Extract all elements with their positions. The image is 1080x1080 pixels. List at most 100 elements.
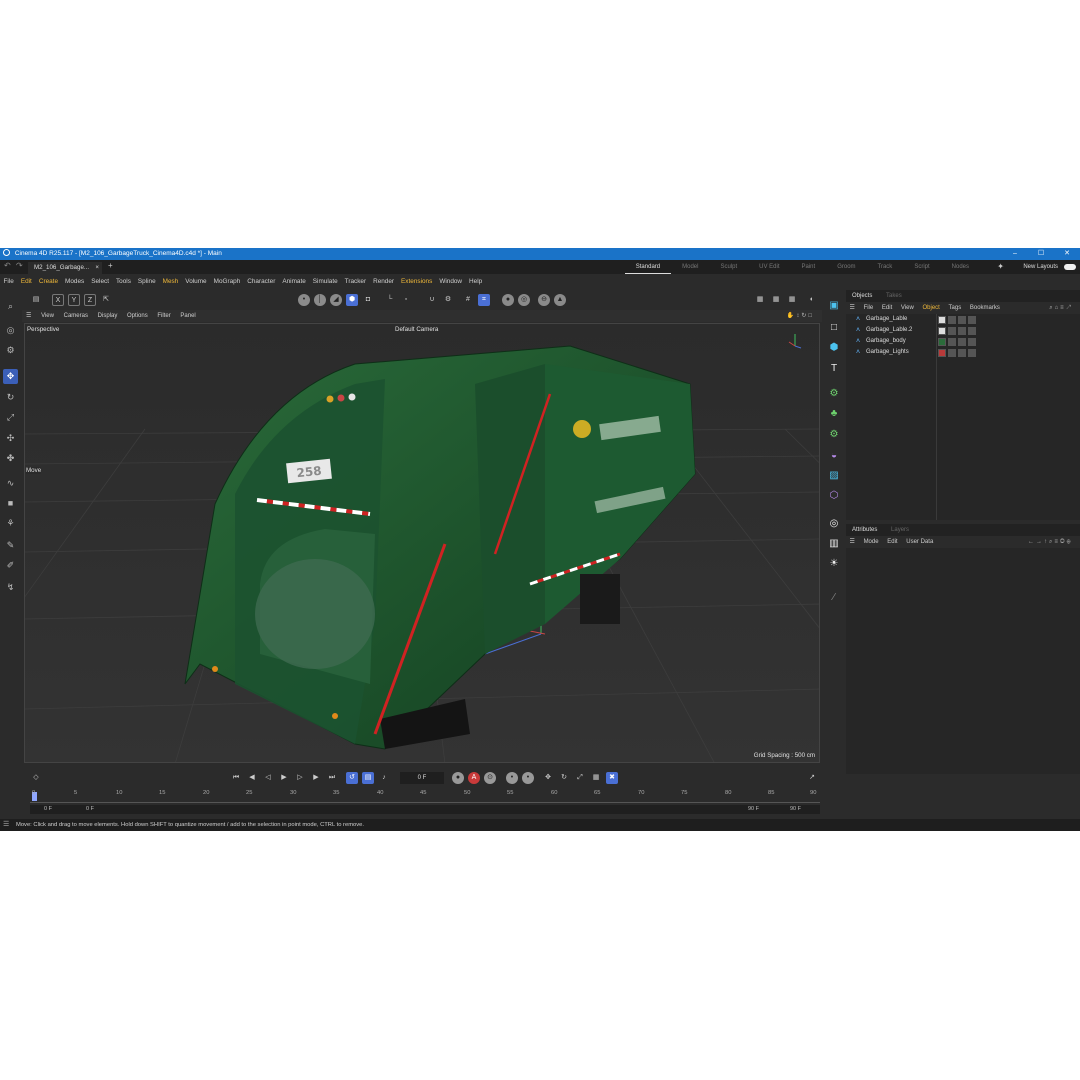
param-key-icon[interactable]: ▦ [590,772,602,784]
sound-icon[interactable]: ♪ [378,772,390,784]
viewport-hamburger-icon[interactable]: ☰ [22,310,35,322]
deformer-icon[interactable]: ◒ [826,448,842,464]
objects-menu-bookmarks[interactable]: Bookmarks [966,302,1003,314]
axis-z-button[interactable]: Z [84,294,96,306]
menu-extensions[interactable]: Extensions [398,274,436,290]
playback-rate-icon[interactable]: ▤ [362,772,374,784]
menu-file[interactable]: File [0,274,17,290]
polygons-mode-icon[interactable]: ◢ [330,294,342,306]
viewport-menu-filter[interactable]: Filter [153,310,174,322]
undo-icon[interactable]: ↶ [4,261,11,270]
keyframe-selection-icon[interactable]: ⊙ [484,772,496,784]
timeline-expand-icon[interactable]: ↗ [806,772,818,784]
timeline-ruler[interactable]: 0 5 10 15 20 25 30 35 40 45 50 55 60 65 … [30,790,820,804]
preview-range-bar[interactable]: 0 F 0 F 90 F 90 F [30,805,820,814]
points-mode-icon[interactable]: • [298,294,310,306]
rotate-key-icon[interactable]: ↻ [558,772,570,784]
minimize-button[interactable]: – [1002,248,1028,260]
layout-groom[interactable]: Groom [826,260,866,274]
record-keys-icon[interactable]: ● [452,772,464,784]
viewport-menu-options[interactable]: Options [123,310,152,322]
loop-icon[interactable]: ↺ [346,772,358,784]
render-picture-icon[interactable]: ▦ [770,294,782,306]
object-tags[interactable] [938,327,976,335]
polygon-pen-icon[interactable]: ⚘ [3,516,18,531]
maximize-button[interactable]: ☐ [1028,248,1054,260]
position-key-icon[interactable]: • [506,772,518,784]
environment-icon[interactable]: ◎ [826,516,842,532]
viewport-menu-view[interactable]: View [37,310,58,322]
objects-menu-edit[interactable]: Edit [878,302,895,314]
menu-modes[interactable]: Modes [62,274,88,290]
go-to-start-icon[interactable]: ⏮ [230,772,242,784]
objects-search-icons[interactable]: ⌕⌂≡↗ [1046,302,1076,314]
render-settings-icon[interactable]: ▦ [786,294,798,306]
object-tags[interactable] [938,349,976,357]
paint-tool-icon[interactable]: ∕ [826,590,842,606]
magnet-icon[interactable]: ↯ [3,580,18,595]
rotate-tool-icon[interactable]: ↻ [3,390,18,405]
menu-character[interactable]: Character [244,274,279,290]
edges-mode-icon[interactable]: │ [314,294,326,306]
camera-icon[interactable]: ▥ [826,536,842,552]
rotation-key-icon[interactable]: • [522,772,534,784]
symmetry-icon[interactable]: ◎ [518,294,530,306]
menu-simulate[interactable]: Simulate [309,274,341,290]
viewport-menu-cameras[interactable]: Cameras [60,310,92,322]
close-tab-icon[interactable]: × [95,262,99,274]
animate-record-icon[interactable]: ▲ [554,294,566,306]
generator-icon[interactable]: ⚙ [826,386,842,402]
menu-help[interactable]: Help [466,274,486,290]
attributes-nav-icons[interactable]: ←→↑⌕≡◎⊕ [1024,536,1076,548]
layout-script[interactable]: Script [903,260,940,274]
objects-column-divider[interactable] [936,314,937,520]
viewport-projection-label[interactable]: Perspective [27,326,59,333]
next-key-icon[interactable]: ▶ [310,772,322,784]
range-end-field-2[interactable]: 90 F [790,805,801,814]
attributes-menu-user-data[interactable]: User Data [903,536,937,548]
axis-y-button[interactable]: Y [68,294,80,306]
previous-key-icon[interactable]: ◀ [246,772,258,784]
axis-x-button[interactable]: X [52,294,64,306]
layout-nodes[interactable]: Nodes [941,260,980,274]
attributes-menu-edit[interactable]: Edit [884,536,901,548]
menu-tools[interactable]: Tools [112,274,134,290]
object-tags[interactable] [938,338,976,346]
move-tool-icon[interactable]: ✥ [3,369,18,384]
workplane-icon[interactable]: ▫ [400,294,412,306]
effector-icon[interactable]: ⚙ [826,427,842,443]
play-icon[interactable]: ▶ [278,772,290,784]
status-menu-icon[interactable]: ☰ [3,819,9,831]
axis-mode-icon[interactable]: └ [384,294,396,306]
layout-model[interactable]: Model [671,260,709,274]
menu-mesh[interactable]: Mesh [159,274,182,290]
spline-deformer-icon[interactable]: ⬡ [826,488,842,504]
add-tab-icon[interactable]: + [108,261,113,270]
viewport-menu-panel[interactable]: Panel [176,310,199,322]
layout-uv-edit[interactable]: UV Edit [748,260,790,274]
viewport-nav-icons[interactable]: ✋↕↻□ [783,310,818,322]
objects-hamburger-icon[interactable]: ☰ [846,302,858,314]
layout-sculpt[interactable]: Sculpt [709,260,748,274]
move-key-icon[interactable]: ✥ [542,772,554,784]
layout-toggle[interactable] [1064,264,1076,270]
autokey-icon[interactable]: A [468,772,480,784]
light-icon[interactable]: ☀ [826,556,842,572]
tab-layers[interactable]: Layers [885,524,915,536]
tab-attributes[interactable]: Attributes [846,524,883,536]
objects-menu-view[interactable]: View [897,302,917,314]
layout-track[interactable]: Track [867,260,904,274]
range-start-field-2[interactable]: 0 F [86,805,94,814]
objects-menu-object[interactable]: Object [919,302,943,314]
search-icon[interactable]: ⌕ [3,299,18,314]
null-object-icon[interactable]: ▣ [826,298,842,314]
brush-icon[interactable]: ✎ [3,538,18,553]
model-mode-icon[interactable]: ⬢ [346,294,358,306]
object-row[interactable]: ˄ Garbage_body [846,336,1080,347]
render-view-icon[interactable]: ▦ [754,294,766,306]
coordinate-system-icon[interactable]: ⇱ [100,294,112,306]
menu-select[interactable]: Select [88,274,113,290]
snap-move-icon[interactable]: ✤ [3,451,18,466]
menu-spline[interactable]: Spline [134,274,159,290]
previous-frame-icon[interactable]: ◁ [262,772,274,784]
